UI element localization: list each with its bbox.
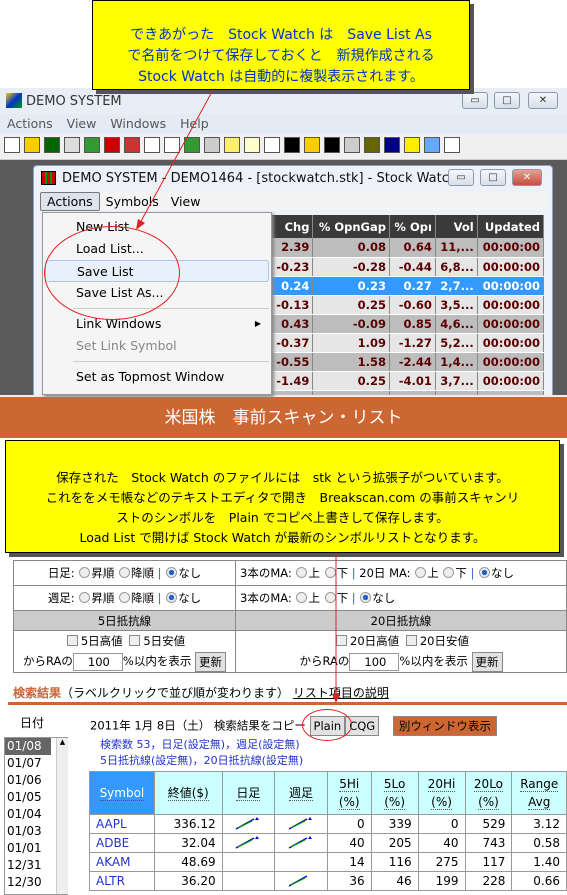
- annotation-arrows: [136, 89, 340, 703]
- arrow-head: [332, 694, 340, 703]
- arrow-head: [136, 219, 145, 230]
- arrow-line: [139, 89, 214, 224]
